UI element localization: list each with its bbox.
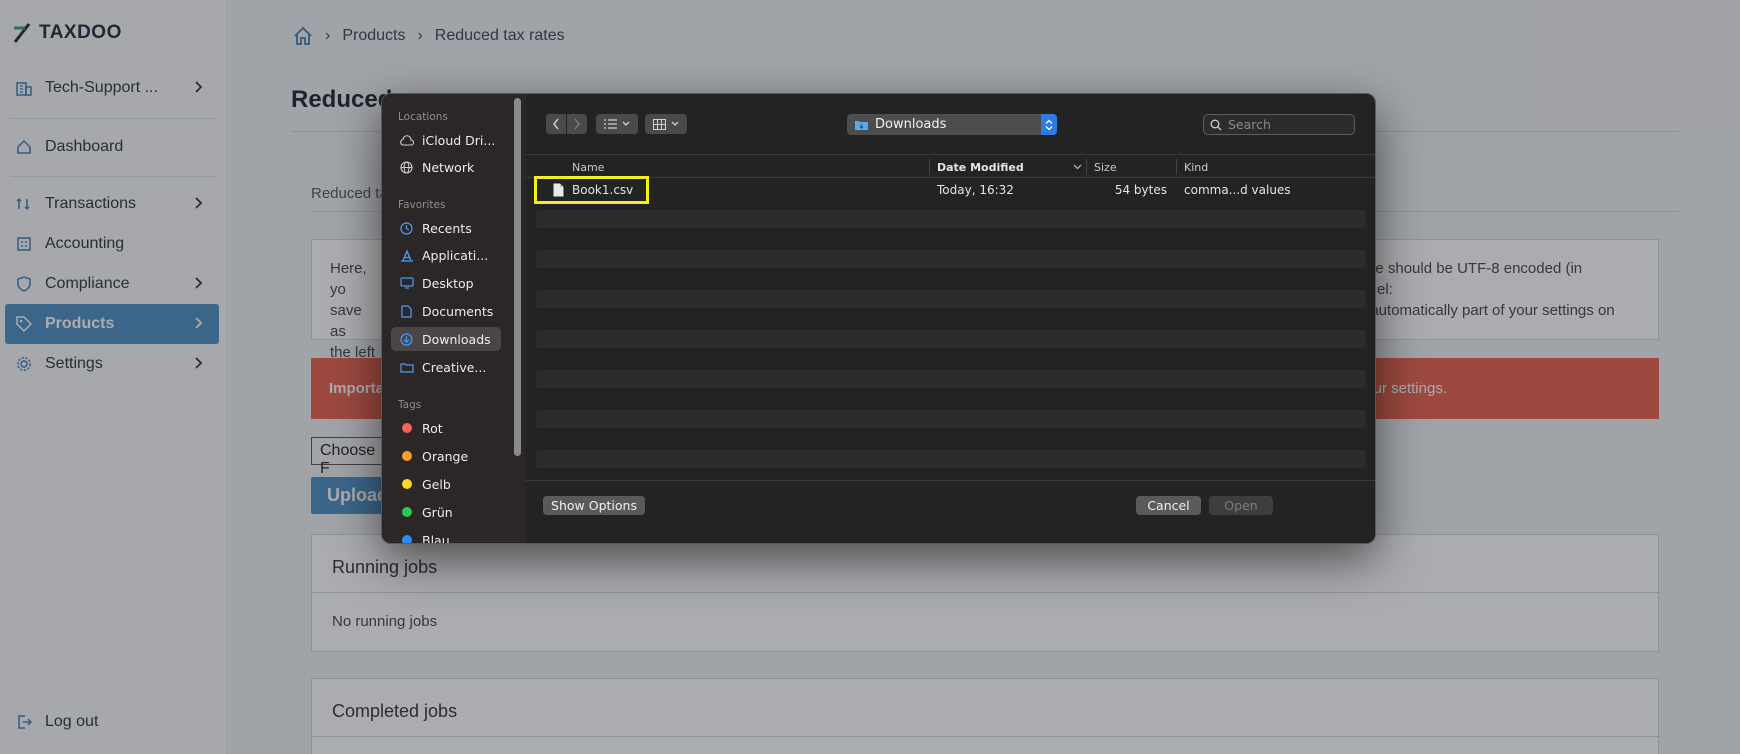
back-button[interactable] <box>546 114 566 134</box>
file-row[interactable]: Book1.csv Today, 16:32 54 bytes comma...… <box>526 180 1375 200</box>
favorites-header: Favorites <box>398 199 446 211</box>
applications-icon <box>399 248 414 263</box>
empty-row-stripe <box>536 370 1366 388</box>
sidebar-item-label: Network <box>422 159 475 175</box>
column-name[interactable]: Name <box>572 161 604 174</box>
search-field[interactable]: Search <box>1203 114 1355 135</box>
file-size: 54 bytes <box>1114 183 1167 197</box>
tag-gelb[interactable]: Gelb <box>391 472 501 496</box>
sidebar-item-downloads[interactable]: Downloads <box>391 327 501 351</box>
column-kind[interactable]: Kind <box>1184 161 1208 174</box>
sidebar-scrollbar[interactable] <box>514 98 521 456</box>
empty-row-stripe <box>536 290 1366 308</box>
location-stepper[interactable] <box>1041 114 1057 135</box>
network-globe-icon <box>399 160 414 175</box>
sidebar-item-network[interactable]: Network <box>391 155 501 179</box>
folder-icon <box>399 360 414 375</box>
column-date-modified[interactable]: Date Modified <box>937 161 1024 174</box>
tags-header: Tags <box>398 399 422 411</box>
column-size[interactable]: Size <box>1094 161 1117 174</box>
sidebar-item-applications[interactable]: Applicati... <box>391 243 501 267</box>
empty-row-stripe <box>536 330 1366 348</box>
sidebar-item-documents[interactable]: Documents <box>391 299 501 323</box>
sidebar-item-icloud[interactable]: iCloud Dri... <box>391 128 501 152</box>
locations-header: Locations <box>398 111 448 123</box>
tag-label: Orange <box>422 448 469 464</box>
sidebar-item-label: iCloud Dri... <box>422 132 496 148</box>
tag-rot[interactable]: Rot <box>391 416 501 440</box>
download-icon <box>399 332 414 347</box>
file-date: Today, 16:32 <box>937 183 1014 197</box>
tag-label: Gelb <box>422 476 451 492</box>
tag-label: Grün <box>422 504 453 520</box>
tag-orange[interactable]: Orange <box>391 444 501 468</box>
tag-gruen[interactable]: Grün <box>391 500 501 524</box>
selection-highlight-box <box>534 176 649 204</box>
list-view-button[interactable] <box>596 114 638 134</box>
chevron-left-icon <box>553 118 559 130</box>
empty-row-stripe <box>536 210 1366 228</box>
up-down-icon <box>1045 119 1053 130</box>
desktop-icon <box>399 276 414 291</box>
open-file-dialog: Locations iCloud Dri... Network Favorite… <box>381 93 1376 544</box>
search-icon <box>1210 119 1222 130</box>
tag-label: Rot <box>422 420 443 436</box>
tag-dot-icon <box>402 479 412 489</box>
sidebar-item-label: Downloads <box>422 331 491 347</box>
tag-dot-icon <box>402 535 412 543</box>
file-kind: comma...d values <box>1184 183 1291 197</box>
tag-dot-icon <box>402 451 412 461</box>
show-options-button[interactable]: Show Options <box>543 496 645 515</box>
chevron-right-icon <box>574 118 580 130</box>
document-icon <box>399 304 414 319</box>
tag-label: Blau <box>422 532 450 544</box>
location-popup[interactable]: Downloads <box>847 114 1057 135</box>
sort-descending-icon <box>1073 164 1082 170</box>
chevron-down-icon <box>671 121 679 126</box>
dialog-main: Downloads Search Name Date Modified Size… <box>526 94 1375 543</box>
downloads-folder-icon <box>855 120 868 130</box>
column-header-row: Name Date Modified Size Kind <box>526 154 1375 178</box>
sidebar-item-desktop[interactable]: Desktop <box>391 271 501 295</box>
search-placeholder: Search <box>1228 117 1271 132</box>
tag-dot-icon <box>402 423 412 433</box>
clock-icon <box>399 221 414 236</box>
cloud-icon <box>399 133 414 148</box>
sidebar-item-label: Documents <box>422 303 494 319</box>
open-button[interactable]: Open <box>1209 496 1273 515</box>
empty-row-stripe <box>536 410 1366 428</box>
column-separator <box>1176 159 1177 175</box>
empty-row-stripe <box>536 450 1366 468</box>
tag-blau[interactable]: Blau <box>391 528 501 544</box>
sidebar-item-label: Recents <box>422 220 472 236</box>
grid-view-icon <box>653 118 666 130</box>
empty-row-stripe <box>536 250 1366 268</box>
cancel-button[interactable]: Cancel <box>1136 496 1201 515</box>
sidebar-item-label: Desktop <box>422 275 474 291</box>
column-separator <box>1086 159 1087 175</box>
sidebar-item-label: Creative... <box>422 359 487 375</box>
tag-dot-icon <box>402 507 412 517</box>
chevron-down-icon <box>622 121 630 126</box>
dialog-sidebar: Locations iCloud Dri... Network Favorite… <box>382 94 526 544</box>
forward-button[interactable] <box>567 114 587 134</box>
sidebar-item-creative[interactable]: Creative... <box>391 355 501 379</box>
group-view-button[interactable] <box>645 114 687 134</box>
list-view-icon <box>604 119 617 129</box>
dialog-footer: Show Options Cancel Open <box>526 480 1375 543</box>
location-label: Downloads <box>875 117 947 132</box>
sidebar-item-recents[interactable]: Recents <box>391 216 501 240</box>
sidebar-item-label: Applicati... <box>422 247 489 263</box>
column-separator <box>929 159 930 175</box>
